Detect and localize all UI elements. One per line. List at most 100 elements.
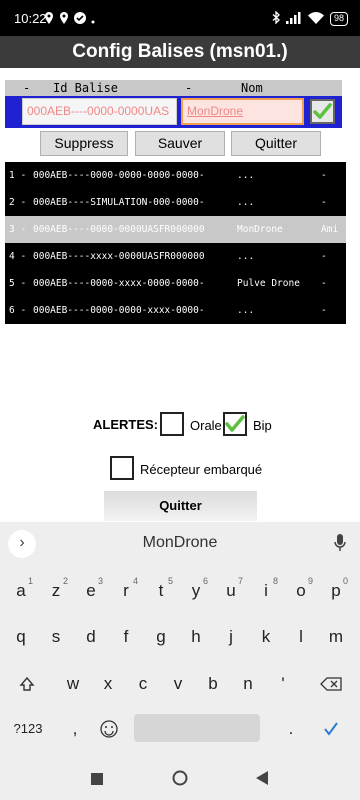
- list-item[interactable]: 5 - 000AEB----0000-xxxx-0000-0000- Pulve D…: [5, 270, 346, 297]
- receiver-label: Récepteur embarqué: [140, 462, 263, 477]
- key-x[interactable]: x: [93, 667, 123, 701]
- key-apostrophe[interactable]: ': [268, 667, 298, 701]
- key-label: r: [123, 581, 129, 600]
- suggestion-word[interactable]: MonDrone: [0, 534, 360, 552]
- list-item-id: 000AEB----0000-0000-0000-0000-: [33, 170, 205, 181]
- key-hint: 2: [62, 576, 68, 586]
- key-l[interactable]: l: [286, 620, 316, 654]
- comma-key[interactable]: ,: [60, 712, 90, 746]
- bip-label: Bip: [253, 418, 272, 433]
- list-item-index: 5 -: [9, 278, 27, 289]
- signal-icon: [285, 11, 302, 27]
- list-item[interactable]: 6 - 000AEB----0000-0000-xxxx-0000-... -: [5, 297, 346, 324]
- home-icon[interactable]: [172, 770, 188, 791]
- confirm-checkbox[interactable]: [310, 99, 335, 124]
- key-n[interactable]: n: [233, 667, 263, 701]
- key-h[interactable]: h: [181, 620, 211, 654]
- receiver-checkbox[interactable]: [110, 456, 134, 480]
- key-hint: 4: [132, 576, 138, 586]
- list-item-id: 000AEB----xxxx-0000UASFR000000: [33, 251, 205, 262]
- navigation-bar: [0, 760, 360, 800]
- list-item-index: 2 -: [9, 197, 27, 208]
- key-k[interactable]: k: [251, 620, 281, 654]
- key-b[interactable]: b: [198, 667, 228, 701]
- key-m[interactable]: m: [321, 620, 351, 654]
- list-item-extra: -: [321, 305, 327, 316]
- bip-checkbox[interactable]: [223, 412, 247, 436]
- dot-icon: [91, 12, 95, 27]
- key-s[interactable]: s: [41, 620, 71, 654]
- key-r[interactable]: r4: [111, 574, 141, 608]
- list-item[interactable]: 4 - 000AEB----xxxx-0000UASFR000000... -: [5, 243, 346, 270]
- beacon-name-input[interactable]: MonDrone: [181, 98, 304, 125]
- key-hint: 1: [27, 576, 33, 586]
- key-w[interactable]: w: [58, 667, 88, 701]
- list-item-name: ...: [237, 305, 255, 316]
- list-item-extra: -: [321, 278, 327, 289]
- app-title: Config Balises (msn01.): [0, 36, 360, 68]
- delete-button[interactable]: Suppress: [40, 131, 128, 156]
- list-item-id: 000AEB----SIMULATION-000-0000-: [33, 197, 205, 208]
- key-label: o: [296, 581, 306, 600]
- soft-keyboard: › MonDrone a1z2e3r4t5y6u7i8o9p0qsdfghjkl…: [0, 522, 360, 760]
- key-hint: 9: [307, 576, 313, 586]
- key-q[interactable]: q: [6, 620, 36, 654]
- key-hint: 5: [167, 576, 173, 586]
- key-f[interactable]: f: [111, 620, 141, 654]
- enter-key[interactable]: [316, 712, 346, 746]
- key-label: u: [226, 581, 236, 600]
- period-key[interactable]: .: [276, 712, 306, 746]
- list-item[interactable]: 3 - 000AEB----0000-0000UASFR000000 MonDron…: [5, 216, 346, 243]
- backspace-key[interactable]: [316, 667, 346, 701]
- list-item[interactable]: 1 - 000AEB----0000-0000-0000-0000-... -: [5, 162, 346, 189]
- key-v[interactable]: v: [163, 667, 193, 701]
- save-button[interactable]: Sauver: [135, 131, 225, 156]
- key-d[interactable]: d: [76, 620, 106, 654]
- key-u[interactable]: u7: [216, 574, 246, 608]
- list-item-extra: -: [321, 197, 327, 208]
- key-t[interactable]: t5: [146, 574, 176, 608]
- battery-icon: 98: [329, 12, 348, 26]
- header-col-id: Id Balise: [53, 81, 119, 95]
- microphone-icon[interactable]: [334, 534, 346, 557]
- key-o[interactable]: o9: [286, 574, 316, 608]
- list-item[interactable]: 2 - 000AEB----SIMULATION-000-0000-... -: [5, 189, 346, 216]
- key-i[interactable]: i8: [251, 574, 281, 608]
- quit-button[interactable]: Quitter: [231, 131, 321, 156]
- backspace-icon: [320, 677, 342, 691]
- status-right-icons: 98: [272, 10, 348, 27]
- table-header: - Id Balise - Nom: [5, 80, 342, 96]
- key-c[interactable]: c: [128, 667, 158, 701]
- screen: { "status_bar": { "time": "10:22", "batt…: [0, 0, 360, 800]
- key-z[interactable]: z2: [41, 574, 71, 608]
- recent-apps-icon[interactable]: [91, 772, 103, 790]
- list-item-extra: Ami: [321, 224, 339, 235]
- key-e[interactable]: e3: [76, 574, 106, 608]
- key-a[interactable]: a1: [6, 574, 36, 608]
- list-item-name: ...: [237, 251, 255, 262]
- status-time: 10:22: [14, 11, 47, 26]
- key-label: p: [331, 581, 341, 600]
- key-label: i: [264, 581, 268, 600]
- shift-icon: [19, 676, 35, 691]
- shift-key[interactable]: [12, 667, 42, 701]
- emoji-key[interactable]: [94, 712, 124, 746]
- list-item-extra: -: [321, 170, 327, 181]
- list-item-index: 3 -: [9, 224, 27, 235]
- checkmark-icon: [313, 103, 332, 119]
- list-item-name: ...: [237, 170, 255, 181]
- bluetooth-icon: [272, 10, 280, 27]
- beacon-id-input[interactable]: 000AEB----0000-0000UAS: [22, 98, 177, 125]
- location-pin-icon: [44, 12, 54, 27]
- space-key[interactable]: [134, 714, 260, 742]
- key-g[interactable]: g: [146, 620, 176, 654]
- back-icon[interactable]: [256, 771, 268, 790]
- key-label: z: [51, 581, 61, 600]
- key-y[interactable]: y6: [181, 574, 211, 608]
- key-j[interactable]: j: [216, 620, 246, 654]
- symbols-key[interactable]: ?123: [8, 712, 48, 746]
- quit-bottom-button[interactable]: Quitter: [104, 491, 257, 521]
- list-item-index: 6 -: [9, 305, 27, 316]
- key-p[interactable]: p0: [321, 574, 351, 608]
- oral-checkbox[interactable]: [160, 412, 184, 436]
